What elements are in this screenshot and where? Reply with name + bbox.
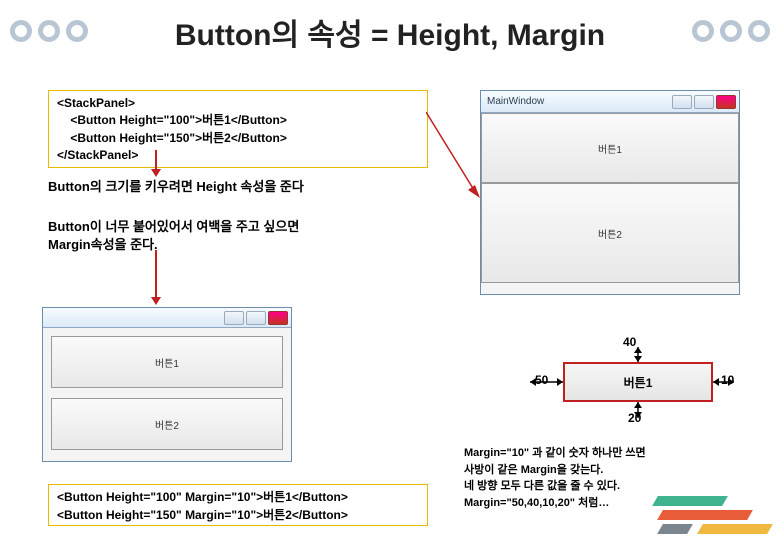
explain-margin: Button이 너무 붙어있어서 여백을 주고 싶으면 Margin속성을 준다… [48,218,299,254]
code-line: <Button Height="100">버튼1</Button> [57,112,419,129]
code-line: <Button Height="150" Margin="10">버튼2</Bu… [57,506,419,524]
mock-button-1: 버튼1 [51,336,283,388]
maximize-icon [694,95,714,109]
window-title: MainWindow [487,96,544,107]
explain-margin-values: Margin="10" 과 같이 숫자 하나만 쓰면 사방이 같은 Margin… [464,445,646,511]
code-block-2: <Button Height="100" Margin="10">버튼1</Bu… [48,484,428,526]
mock-body: 버튼1 버튼2 [43,328,291,458]
code-line: <Button Height="150">버튼2</Button> [57,130,419,147]
mock-button-2: 버튼2 [481,183,739,283]
mock-button-2: 버튼2 [51,398,283,450]
mock-window-margin: 버튼1 버튼2 [42,307,292,462]
decor-stripes [640,490,780,540]
minimize-icon [224,311,244,325]
explain-height: Button의 크기를 키우려면 Height 속성을 준다 [48,176,304,195]
arrow-down-icon [150,150,162,177]
page-title: Button의 속성 = Height, Margin [0,10,780,54]
close-icon [268,311,288,325]
arrow-right-icon [426,108,486,198]
close-icon [716,95,736,109]
titlebar [43,308,291,328]
window-buttons [672,95,736,109]
code-line: <StackPanel> [57,95,419,112]
mock-window-height: MainWindow 버튼1 버튼2 [480,90,740,295]
titlebar: MainWindow [481,91,739,113]
margin-diagram-button: 버튼1 [563,362,713,402]
minimize-icon [672,95,692,109]
window-buttons [224,311,288,325]
arrow-down-icon [150,250,162,305]
code-line: <Button Height="100" Margin="10">버튼1</Bu… [57,488,419,506]
maximize-icon [246,311,266,325]
code-line: </StackPanel> [57,147,419,164]
mock-button-1: 버튼1 [481,113,739,183]
mock-body: 버튼1 버튼2 [481,113,739,283]
code-block-1: <StackPanel> <Button Height="100">버튼1</B… [48,90,428,168]
